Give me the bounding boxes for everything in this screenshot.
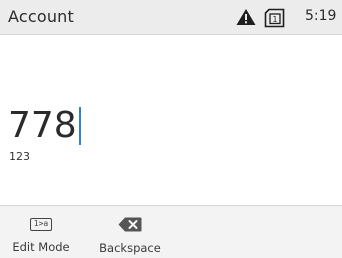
edit-mode-icon: 1>a	[30, 218, 52, 231]
status-bar: Account 1 5:19	[0, 0, 342, 35]
app-title: Account	[8, 7, 75, 26]
number-entry-field[interactable]: 778	[8, 102, 81, 150]
screen: Account 1 5:19 778 123 1>a Edit Mode Bac…	[0, 0, 342, 258]
edit-mode-softkey[interactable]: 1>a Edit Mode	[3, 206, 79, 258]
sim-card-icon: 1	[264, 8, 285, 28]
text-caret	[78, 107, 81, 145]
warning-icon	[236, 9, 256, 25]
backspace-icon	[118, 217, 142, 232]
input-mode-indicator: 123	[9, 150, 30, 163]
sim-slot-number: 1	[273, 15, 278, 24]
backspace-label: Backspace	[99, 241, 161, 255]
softkey-bar: 1>a Edit Mode Backspace	[0, 205, 342, 258]
clock: 5:19	[305, 8, 337, 24]
edit-mode-label: Edit Mode	[12, 240, 70, 254]
entry-value: 778	[8, 105, 77, 146]
backspace-softkey[interactable]: Backspace	[92, 206, 168, 258]
